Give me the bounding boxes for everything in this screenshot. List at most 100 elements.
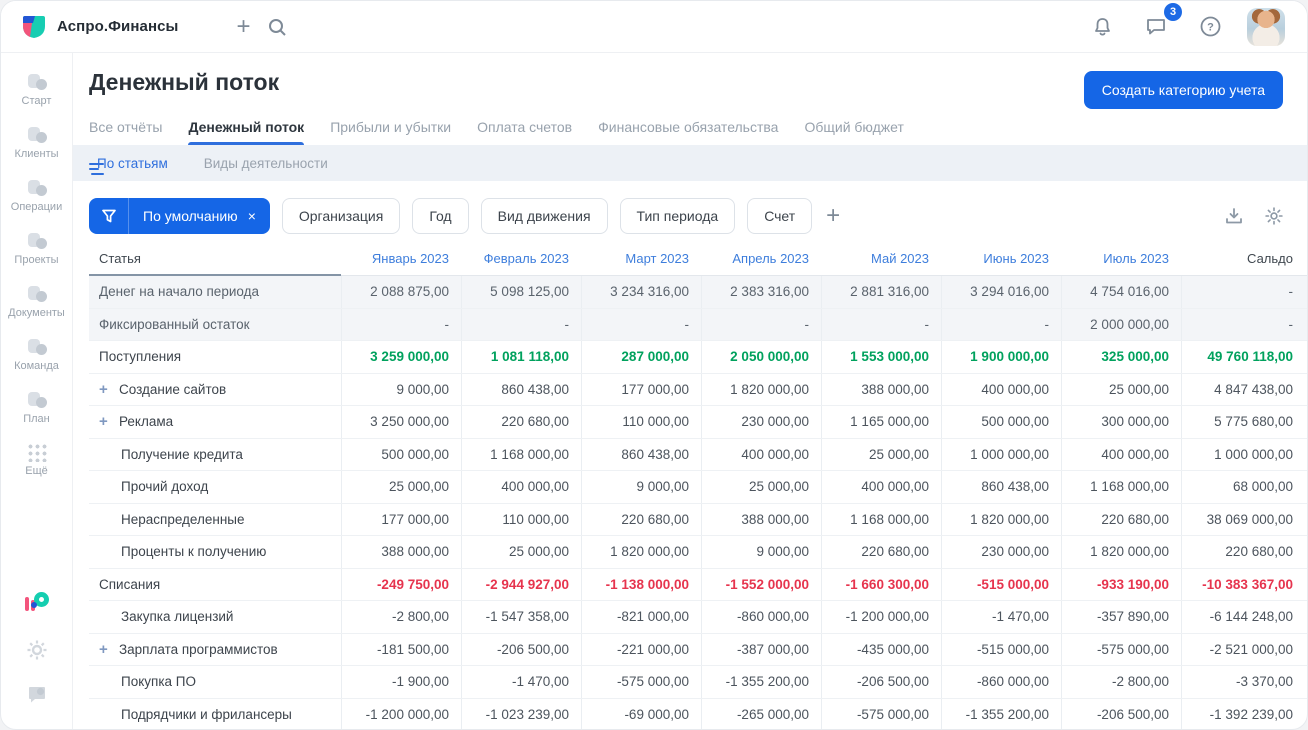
column-header-month-1[interactable]: Январь 2023 bbox=[341, 242, 461, 276]
sidebar-item-1[interactable]: Старт bbox=[5, 63, 69, 116]
month-value-cell: -435 000,00 bbox=[821, 633, 941, 665]
month-value-cell: 9 000,00 bbox=[581, 471, 701, 503]
column-header-month-3[interactable]: Март 2023 bbox=[581, 242, 701, 276]
filter-chip-2[interactable]: Год bbox=[412, 198, 469, 234]
column-header-statya[interactable]: Статья bbox=[89, 242, 341, 276]
subtab-label: По статьям bbox=[97, 155, 168, 171]
expand-plus-icon[interactable]: + bbox=[99, 641, 111, 658]
subtab-label: Виды деятельности bbox=[203, 155, 328, 171]
month-value-cell: 177 000,00 bbox=[581, 373, 701, 405]
active-filter-label: По умолчанию bbox=[143, 208, 238, 224]
month-value-cell: -933 190,00 bbox=[1061, 568, 1181, 600]
column-header-month-5[interactable]: Май 2023 bbox=[821, 242, 941, 276]
column-header-month-7[interactable]: Июль 2023 bbox=[1061, 242, 1181, 276]
month-value-cell: 388 000,00 bbox=[701, 503, 821, 535]
help-icon[interactable]: ? bbox=[1193, 10, 1227, 44]
filter-chip-4[interactable]: Тип периода bbox=[619, 198, 736, 234]
row-label: Проценты к получению bbox=[121, 544, 267, 560]
user-avatar[interactable] bbox=[1247, 7, 1285, 46]
subtab-1[interactable]: По статьям bbox=[89, 155, 168, 175]
table-row[interactable]: Денег на начало периода 2 088 875,00 5 098… bbox=[89, 276, 1307, 309]
table-row[interactable]: Прочий доход 25 000,00 400 000,00 9 000,00 2… bbox=[89, 471, 1307, 504]
month-value-cell: -1 900,00 bbox=[341, 666, 461, 698]
month-value-cell: 220 680,00 bbox=[1061, 503, 1181, 535]
month-value-cell: -1 200 000,00 bbox=[341, 698, 461, 729]
column-header-month-4[interactable]: Апрель 2023 bbox=[701, 242, 821, 276]
clients-icon bbox=[26, 125, 48, 145]
table-row[interactable]: Получение кредита 500 000,00 1 168 000,00 8… bbox=[89, 438, 1307, 471]
sidebar-item-4[interactable]: Проекты bbox=[5, 222, 69, 275]
month-value-cell: 1 900 000,00 bbox=[941, 341, 1061, 373]
tab-5[interactable]: Финансовые обязательства bbox=[598, 119, 778, 145]
sidebar-item-label: Старт bbox=[21, 95, 52, 107]
messages-chat-icon[interactable]: 3 bbox=[1139, 2, 1182, 44]
search-icon[interactable] bbox=[260, 10, 294, 44]
month-value-cell: -1 355 200,00 bbox=[701, 666, 821, 698]
filter-chip-5[interactable]: Счет bbox=[747, 198, 813, 234]
row-label: Списания bbox=[99, 576, 161, 592]
tab-3[interactable]: Прибыли и убытки bbox=[330, 119, 451, 145]
sidebar-item-6[interactable]: Команда bbox=[5, 328, 69, 381]
brand-logo-icon bbox=[23, 15, 45, 38]
month-value-cell: -2 944 927,00 bbox=[461, 568, 581, 600]
filter-row: По умолчанию × Организация Год Вид движени… bbox=[73, 181, 1307, 234]
table-row[interactable]: + Реклама 3 250 000,00 220 680,00 110 000,00… bbox=[89, 406, 1307, 439]
table-row[interactable]: Нераспределенные 177 000,00 110 000,00 220 … bbox=[89, 503, 1307, 536]
tab-4[interactable]: Оплата счетов bbox=[477, 119, 572, 145]
column-header-month-2[interactable]: Февраль 2023 bbox=[461, 242, 581, 276]
main-content: Денежный поток Создать категорию учета В… bbox=[73, 53, 1307, 730]
download-icon[interactable] bbox=[1225, 207, 1243, 225]
month-value-cell: 9 000,00 bbox=[341, 373, 461, 405]
sidebar-item-7[interactable]: План bbox=[5, 381, 69, 434]
expand-plus-icon[interactable]: + bbox=[99, 413, 111, 430]
month-value-cell: 5 098 125,00 bbox=[461, 276, 581, 308]
month-value-cell: -860 000,00 bbox=[941, 666, 1061, 698]
add-filter-icon[interactable]: + bbox=[826, 202, 840, 230]
row-label: Нераспределенные bbox=[121, 511, 245, 527]
month-value-cell: 230 000,00 bbox=[941, 536, 1061, 568]
table-row[interactable]: Подрядчики и фрилансеры -1 200 000,00 -1 0… bbox=[89, 698, 1307, 730]
app-color-logo-icon[interactable] bbox=[24, 592, 49, 614]
sidebar-item-3[interactable]: Операции bbox=[5, 169, 69, 222]
month-value-cell: -1 470,00 bbox=[461, 666, 581, 698]
sidebar-item-8[interactable]: Ещё bbox=[5, 434, 69, 486]
column-header-month-6[interactable]: Июнь 2023 bbox=[941, 242, 1061, 276]
row-label-cell: Покупка ПО bbox=[89, 666, 341, 698]
row-label-cell: Подрядчики и фрилансеры bbox=[89, 699, 341, 730]
sidebar-item-2[interactable]: Клиенты bbox=[5, 116, 69, 169]
saldo-value-cell: - bbox=[1181, 308, 1307, 340]
tab-2[interactable]: Денежный поток bbox=[188, 119, 304, 145]
filter-chip-1[interactable]: Организация bbox=[281, 198, 401, 234]
clear-filter-icon[interactable]: × bbox=[246, 208, 270, 224]
filter-chip-3[interactable]: Вид движения bbox=[480, 198, 608, 234]
tab-1[interactable]: Все отчёты bbox=[89, 119, 162, 145]
table-row[interactable]: + Зарплата программистов -181 500,00 -206 5… bbox=[89, 633, 1307, 666]
month-value-cell: - bbox=[581, 308, 701, 340]
table-row[interactable]: Закупка лицензий -2 800,00 -1 547 358,00 -8… bbox=[89, 601, 1307, 634]
subtab-2[interactable]: Виды деятельности bbox=[196, 156, 328, 171]
row-label: Денег на начало периода bbox=[99, 284, 259, 300]
sidebar-item-label: Документы bbox=[8, 307, 65, 319]
table-row[interactable]: Списания -249 750,00 -2 944 927,00 -1 138 0… bbox=[89, 568, 1307, 601]
table-row[interactable]: Поступления 3 259 000,00 1 081 118,00 287 0… bbox=[89, 341, 1307, 374]
saldo-value-cell: 220 680,00 bbox=[1181, 536, 1307, 568]
support-chat-icon[interactable] bbox=[27, 686, 47, 705]
saldo-value-cell: -3 370,00 bbox=[1181, 666, 1307, 698]
table-row[interactable]: + Создание сайтов 9 000,00 860 438,00 177 00… bbox=[89, 373, 1307, 406]
expand-plus-icon[interactable]: + bbox=[99, 381, 111, 398]
row-label-cell: Денег на начало периода bbox=[89, 276, 341, 308]
month-value-cell: 25 000,00 bbox=[701, 471, 821, 503]
sidebar-item-5[interactable]: Документы bbox=[5, 275, 69, 328]
tab-6[interactable]: Общий бюджет bbox=[804, 119, 903, 145]
table-settings-gear-icon[interactable] bbox=[1265, 207, 1283, 225]
active-filter-chip[interactable]: По умолчанию × bbox=[89, 198, 270, 234]
table-row[interactable]: Покупка ПО -1 900,00 -1 470,00 -575 000,00-… bbox=[89, 666, 1307, 699]
month-value-cell: - bbox=[341, 308, 461, 340]
add-icon[interactable]: + bbox=[226, 10, 260, 44]
table-row[interactable]: Проценты к получению 388 000,00 25 000,00 1… bbox=[89, 536, 1307, 569]
settings-gear-icon[interactable] bbox=[27, 640, 47, 660]
notifications-bell-icon[interactable] bbox=[1085, 10, 1119, 44]
create-category-button[interactable]: Создать категорию учета bbox=[1083, 71, 1283, 109]
table-row[interactable]: Фиксированный остаток - - - - - -2 000 000,00- bbox=[89, 308, 1307, 341]
row-label: Создание сайтов bbox=[119, 381, 227, 397]
